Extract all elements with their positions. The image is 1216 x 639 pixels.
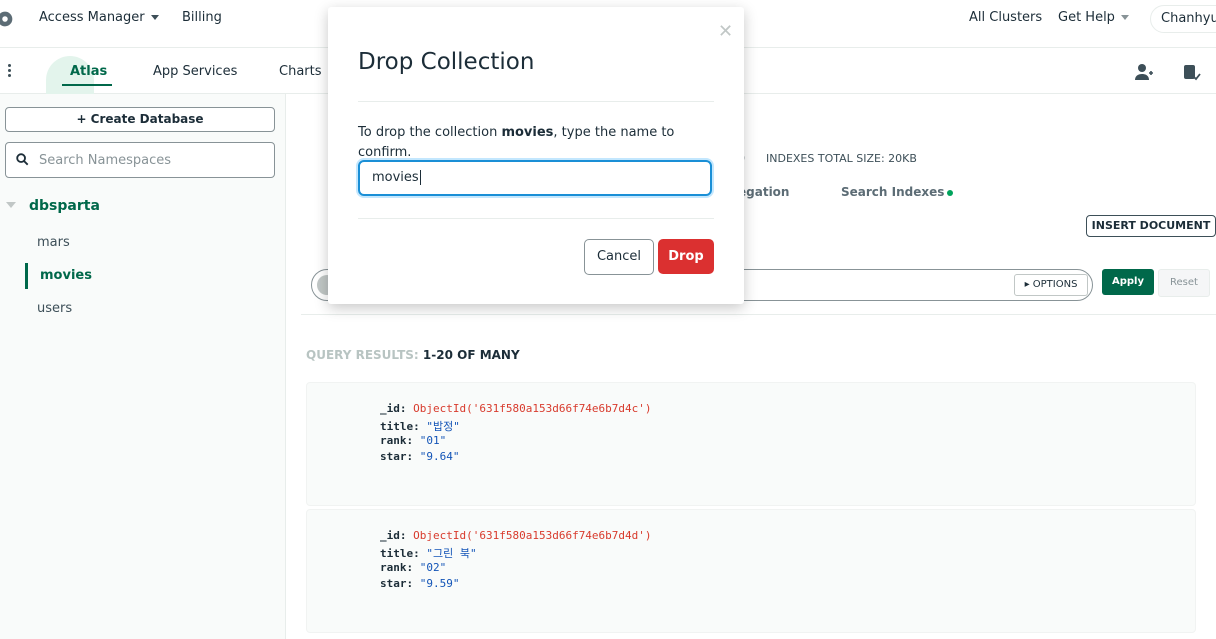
close-icon[interactable]: ✕ [718,21,733,42]
desc-collection-name: movies [501,125,554,140]
drop-button[interactable]: Drop [658,239,714,274]
modal-divider [358,218,714,219]
cancel-button[interactable]: Cancel [584,239,654,275]
desc-prefix: To drop the collection [358,125,502,140]
modal-title: Drop Collection [358,49,535,75]
modal-description: To drop the collection movies, type the … [358,123,714,163]
drop-collection-modal: ✕ Drop Collection To drop the collection… [328,7,744,304]
confirm-name-input[interactable]: movies [358,160,712,196]
input-value: movies [372,170,419,185]
text-cursor [419,170,421,185]
modal-divider [358,101,714,102]
